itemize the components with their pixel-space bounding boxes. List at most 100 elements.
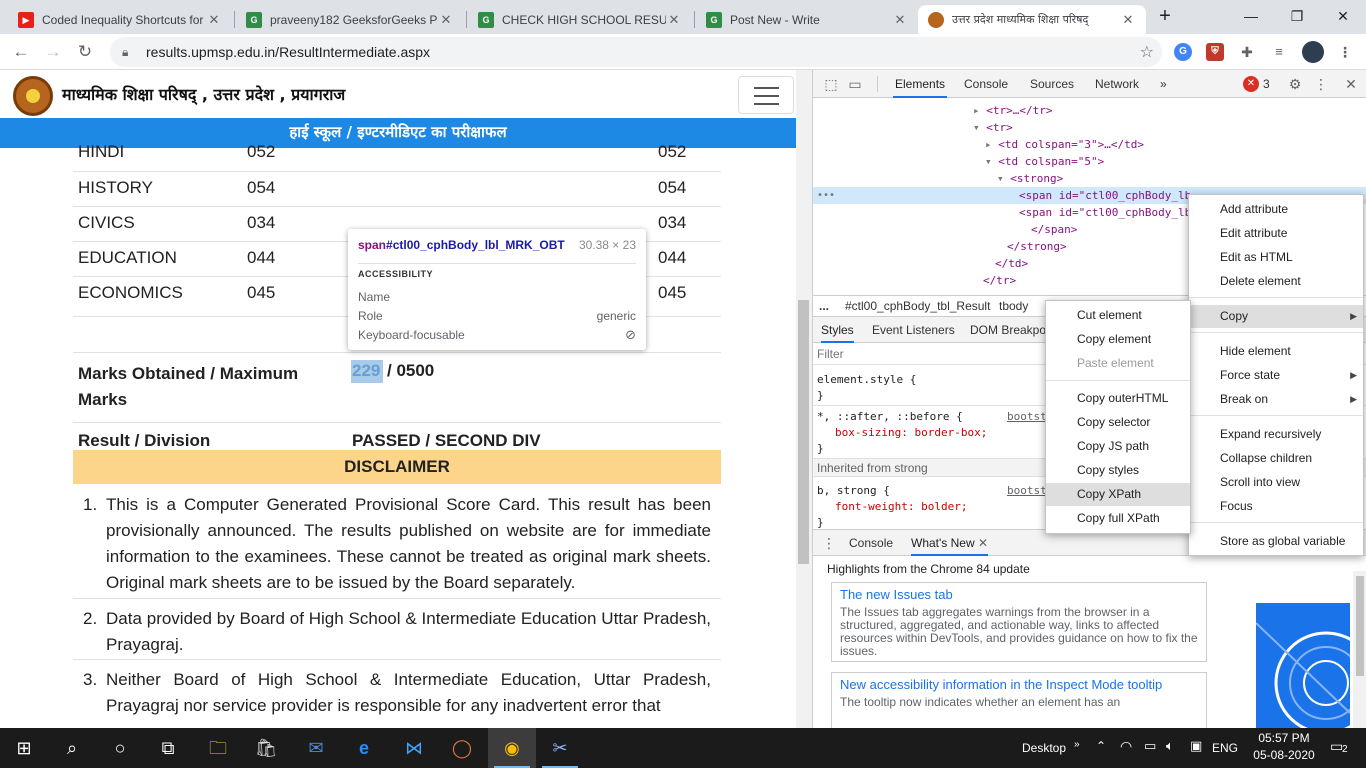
dom-node[interactable]: ▸ <td colspan="3">…</td> [985,136,1144,153]
close-icon[interactable]: ✕ [666,12,682,28]
style-rule[interactable]: element.style { [817,371,916,388]
close-devtools-icon[interactable]: ✕ [1343,76,1359,92]
more-tabs-icon[interactable]: » [1160,70,1167,98]
dom-node[interactable]: <span id="ctl00_cphBody_lb [1019,204,1191,221]
style-rule[interactable]: *, ::after, ::before { [817,408,963,425]
menu-item-copy-selector[interactable]: Copy selector [1046,411,1190,434]
menu-item-store-global[interactable]: Store as global variable [1189,530,1363,553]
style-source-link[interactable]: bootst [1007,408,1047,425]
styles-filter-input[interactable] [817,345,1027,363]
tab-drawer-console[interactable]: Console [849,530,893,556]
dom-node[interactable]: </td> [995,255,1028,272]
breadcrumb-overflow[interactable]: ... [819,296,829,316]
tab-youtube[interactable]: ▶ Coded Inequality Shortcuts for ✕ [8,5,232,34]
menu-item-collapse-children[interactable]: Collapse children [1189,447,1363,470]
forward-icon[interactable]: → [40,39,66,65]
close-icon[interactable]: ✕ [892,12,908,28]
breadcrumb-item[interactable]: #ctl00_cphBody_tbl_Result [845,296,990,316]
menu-item-copy-js-path[interactable]: Copy JS path [1046,435,1190,458]
restore-button[interactable]: ❐ [1274,0,1320,34]
avatar[interactable] [1302,41,1324,63]
language-indicator[interactable]: ENG [1212,741,1238,755]
dom-node[interactable]: ▾ <tr> [973,119,1013,136]
customize-menu-icon[interactable]: ⋮ [1313,76,1329,92]
hamburger-menu-button[interactable] [738,76,794,114]
close-icon[interactable]: ✕ [206,12,222,28]
menu-item-edit-attribute[interactable]: Edit attribute [1189,222,1363,245]
menu-item-copy[interactable]: Copy ▶ [1189,305,1363,328]
menu-item-break-on[interactable]: Break on ▶ [1189,388,1363,411]
menu-item-copy-outerhtml[interactable]: Copy outerHTML [1046,387,1190,410]
device-toolbar-icon[interactable]: ▭ [847,76,863,92]
clock-time[interactable]: 05:57 PM [1254,731,1314,745]
tray-arrow-icon[interactable]: ⌃ [1096,739,1106,753]
tab-upmsp[interactable]: उत्तर प्रदेश माध्यमिक शिक्षा परिषद् ✕ [918,5,1146,34]
whats-new-scrollbar[interactable] [1353,571,1366,728]
address-bar[interactable]: 🔒︎ results.upmsp.edu.in/ResultIntermedia… [110,37,1162,67]
card-title[interactable]: The new Issues tab [840,587,1198,602]
drawer-menu-icon[interactable]: ⋮ [821,535,837,551]
tab-elements[interactable]: Elements [893,70,948,98]
dom-node[interactable]: </strong> [1007,238,1067,255]
whats-new-card[interactable]: The new Issues tab The Issues tab aggreg… [831,582,1207,662]
extension-g-icon[interactable]: G [1174,43,1192,61]
menu-item-copy-xpath[interactable]: Copy XPath [1046,483,1190,506]
menu-item-hide-element[interactable]: Hide element [1189,340,1363,363]
chrome-icon[interactable]: ◉ [488,728,536,768]
whats-new-card[interactable]: New accessibility information in the Ins… [831,672,1207,728]
battery-icon[interactable]: ▭ [1144,738,1156,754]
dom-node[interactable]: ▾ <td colspan="5"> [985,153,1104,170]
extension-shield-icon[interactable]: ⛨ [1206,43,1224,61]
task-view-icon[interactable]: ⧉ [144,728,192,768]
page-scrollbar[interactable] [796,70,812,728]
menu-item-copy-element[interactable]: Copy element [1046,328,1190,351]
new-tab-button[interactable]: + [1150,0,1180,34]
menu-item-cut-element[interactable]: Cut element [1046,304,1190,327]
menu-item-edit-as-html[interactable]: Edit as HTML [1189,246,1363,269]
menu-item-copy-full-xpath[interactable]: Copy full XPath [1046,507,1190,530]
menu-item-copy-styles[interactable]: Copy styles [1046,459,1190,482]
volume-icon[interactable]: 🔈︎ [1166,738,1174,754]
style-rule[interactable]: b, strong { [817,482,890,499]
tab-sources[interactable]: Sources [1030,70,1074,98]
windows-start-icon[interactable]: ⊞ [0,728,48,768]
dom-node[interactable]: </tr> [983,272,1016,289]
menu-item-scroll-into-view[interactable]: Scroll into view [1189,471,1363,494]
more-options-dots[interactable]: ••• [817,187,835,204]
snipping-tool-icon[interactable]: ✂ [536,728,584,768]
wifi-icon[interactable]: ◠ [1120,738,1132,755]
edge-icon[interactable]: e [340,728,388,768]
media-queue-icon[interactable]: ≡ [1270,43,1288,61]
outlook-icon[interactable]: ✉ [292,728,340,768]
office-icon[interactable]: ◯ [438,728,486,768]
display-icon[interactable]: ▣ [1190,738,1202,754]
card-title[interactable]: New accessibility information in the Ins… [840,677,1198,692]
menu-item-paste-element[interactable]: Paste element [1046,352,1190,375]
bookmark-star-icon[interactable]: ☆ [1140,42,1154,62]
tab-dom-breakpoints[interactable]: DOM Breakpo [970,317,1046,343]
menu-item-focus[interactable]: Focus [1189,495,1363,518]
minimize-button[interactable]: — [1228,0,1274,34]
toolbar-chevron-icon[interactable]: » [1074,739,1080,750]
back-icon[interactable]: ← [8,39,34,65]
tab-console[interactable]: Console [964,70,1008,98]
vscode-icon[interactable]: ⋈ [390,728,438,768]
tab-gfg-profile[interactable]: G praveeny182 GeeksforGeeks P ✕ [236,5,464,34]
breadcrumb-item[interactable]: tbody [999,296,1028,316]
lock-icon[interactable]: 🔒︎ [122,45,136,60]
clock-date[interactable]: 05-08-2020 [1250,748,1318,762]
menu-item-expand-recursively[interactable]: Expand recursively [1189,423,1363,446]
tab-whats-new[interactable]: What's New ✕ [911,530,989,556]
close-icon[interactable]: ✕ [1120,12,1136,28]
dom-node[interactable]: ▸ <tr>…</tr> [973,102,1052,119]
dom-node[interactable]: </span> [1031,221,1077,238]
window-close-button[interactable]: ✕ [1320,0,1366,34]
menu-item-add-attribute[interactable]: Add attribute [1189,198,1363,221]
store-icon[interactable]: 🛍 [242,728,290,768]
style-source-link[interactable]: bootst [1007,482,1047,499]
issues-icon[interactable]: ✕ [1243,76,1259,92]
menu-item-delete-element[interactable]: Delete element [1189,270,1363,293]
reload-icon[interactable]: ↻ [72,39,98,65]
desktop-toolbar-label[interactable]: Desktop [1022,741,1066,755]
style-declaration[interactable]: box-sizing: border-box; [835,424,987,441]
